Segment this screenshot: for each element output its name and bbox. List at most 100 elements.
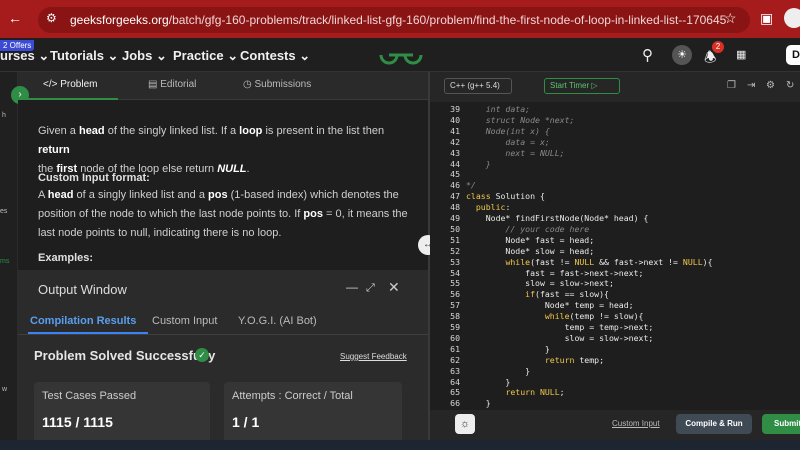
suggest-feedback-link[interactable]: Suggest Feedback bbox=[340, 352, 407, 361]
line-number: 64 bbox=[450, 376, 460, 387]
extensions-icon[interactable]: ▣ bbox=[760, 10, 773, 27]
status-title: Problem Solved Successfully bbox=[34, 348, 216, 363]
check-circle-icon: ✓ bbox=[195, 348, 209, 362]
code-line[interactable]: temp = temp->next; bbox=[466, 322, 654, 332]
theme-toggle-icon[interactable]: ☀ bbox=[672, 45, 692, 65]
code-line[interactable]: Node* findFirstNode(Node* head) { bbox=[466, 213, 649, 223]
code-line[interactable]: struct Node *next; bbox=[466, 115, 575, 125]
offers-badge[interactable]: 2 Offers bbox=[0, 40, 35, 51]
code-line[interactable]: */ bbox=[466, 180, 476, 190]
sidebar-label-1[interactable]: h bbox=[2, 112, 6, 119]
sidebar-label-3[interactable]: ms bbox=[0, 258, 9, 265]
export-icon[interactable]: ⇥ bbox=[747, 80, 755, 91]
code-line[interactable]: // your code here bbox=[466, 224, 589, 234]
close-icon[interactable]: ✕ bbox=[388, 279, 400, 296]
line-number: 62 bbox=[450, 354, 460, 365]
code-line[interactable]: } bbox=[466, 366, 530, 376]
site-info-icon[interactable]: ⚙ bbox=[46, 11, 57, 25]
os-taskbar bbox=[0, 440, 800, 450]
nav-practice[interactable]: Practice ⌄ bbox=[173, 48, 238, 64]
line-number: 57 bbox=[450, 300, 460, 311]
line-number: 53 bbox=[450, 256, 460, 267]
custom-input-link[interactable]: Custom Input bbox=[612, 419, 660, 428]
test-cases-label: Test Cases Passed bbox=[42, 390, 137, 402]
code-line[interactable]: class Solution { bbox=[466, 191, 545, 201]
code-line[interactable]: while(fast != NULL && fast->next != NULL… bbox=[466, 257, 712, 267]
line-number: 63 bbox=[450, 365, 460, 376]
hint-bulb-icon[interactable]: ☼ bbox=[455, 414, 475, 434]
code-line[interactable]: Node* slow = head; bbox=[466, 246, 594, 256]
line-number: 58 bbox=[450, 311, 460, 322]
problem-description: Given a head of the singly linked list. … bbox=[38, 125, 385, 175]
language-select[interactable]: C++ (g++ 5.4) bbox=[444, 78, 512, 94]
code-line[interactable]: } bbox=[466, 159, 491, 169]
nav-jobs[interactable]: Jobs ⌄ bbox=[122, 48, 167, 64]
code-line[interactable]: fast = fast->next->next; bbox=[466, 268, 643, 278]
code-editor[interactable]: 39 int data; 40 struct Node *next; 41 Node… bbox=[430, 102, 800, 410]
line-number: 47 bbox=[450, 191, 460, 202]
line-number: 50 bbox=[450, 223, 460, 234]
line-number: 48 bbox=[450, 202, 460, 213]
gfg-logo[interactable] bbox=[378, 44, 424, 66]
output-tab-divider bbox=[18, 334, 428, 335]
settings-icon[interactable]: ⚙ bbox=[766, 80, 775, 91]
code-line[interactable]: slow = slow->next; bbox=[466, 278, 614, 288]
notification-badge: 2 bbox=[712, 41, 724, 53]
tab-problem[interactable]: </> Problem bbox=[43, 79, 98, 90]
problem-tabs: </> Problem ▤ Editorial ◷ Submissions bbox=[18, 72, 428, 100]
copy-icon[interactable]: ❐ bbox=[727, 80, 736, 91]
left-sidebar-strip: h es ms w bbox=[0, 72, 18, 450]
search-icon[interactable]: ⚲ bbox=[642, 46, 653, 64]
tab-yogi-bot[interactable]: Y.O.G.I. (AI Bot) bbox=[238, 315, 317, 327]
submit-button[interactable]: Submit bbox=[762, 414, 800, 434]
examples-heading: Examples: bbox=[38, 252, 94, 264]
attempts-value: 1 / 1 bbox=[232, 414, 260, 430]
profile-avatar[interactable] bbox=[784, 8, 800, 28]
tab-compilation-results[interactable]: Compilation Results bbox=[30, 315, 136, 327]
code-line[interactable]: data = x; bbox=[466, 137, 549, 147]
start-timer-button[interactable]: Start Timer ▷ bbox=[544, 78, 620, 94]
code-line[interactable]: if(fast == slow){ bbox=[466, 289, 609, 299]
code-line[interactable]: next = NULL; bbox=[466, 148, 564, 158]
sidebar-label-2[interactable]: es bbox=[0, 208, 7, 215]
line-number: 60 bbox=[450, 332, 460, 343]
line-number: 59 bbox=[450, 322, 460, 332]
code-line[interactable]: Node* temp = head; bbox=[466, 300, 634, 310]
code-line[interactable]: return temp; bbox=[466, 355, 604, 365]
line-number: 46 bbox=[450, 180, 460, 191]
code-line[interactable]: slow = slow->next; bbox=[466, 333, 654, 343]
line-number: 66 bbox=[450, 398, 460, 409]
line-number: 61 bbox=[450, 343, 460, 354]
tab-submissions[interactable]: ◷ Submissions bbox=[243, 79, 311, 90]
line-number: 52 bbox=[450, 245, 460, 256]
line-number: 42 bbox=[450, 136, 460, 147]
line-number: 65 bbox=[450, 387, 460, 398]
bookmark-star-icon[interactable]: ☆ bbox=[724, 10, 737, 27]
output-window: Output Window — ⤢ ✕ Compilation Results … bbox=[18, 270, 428, 450]
attempts-label: Attempts : Correct / Total bbox=[232, 390, 353, 402]
code-line[interactable]: } bbox=[466, 398, 491, 408]
code-line[interactable]: public: bbox=[466, 202, 511, 212]
compile-run-button[interactable]: Compile & Run bbox=[676, 414, 752, 434]
fullscreen-icon[interactable]: ⤢ bbox=[366, 282, 375, 295]
reset-icon[interactable]: ↻ bbox=[786, 80, 794, 91]
tab-custom-input[interactable]: Custom Input bbox=[152, 315, 217, 327]
code-line[interactable]: return NULL; bbox=[466, 387, 564, 397]
code-line[interactable]: while(temp != slow){ bbox=[466, 311, 644, 321]
line-number: 40 bbox=[450, 114, 460, 125]
tab-editorial[interactable]: ▤ Editorial bbox=[148, 79, 196, 90]
code-line[interactable]: int data; bbox=[466, 104, 530, 114]
back-icon[interactable]: ← bbox=[8, 10, 22, 26]
code-line[interactable]: } bbox=[466, 344, 550, 354]
minimize-icon[interactable]: — bbox=[346, 280, 358, 294]
user-avatar[interactable]: D bbox=[786, 45, 800, 65]
code-line[interactable]: Node(int x) { bbox=[466, 126, 550, 136]
address-bar[interactable]: geeksforgeeks.org/batch/gfg-160-problems… bbox=[38, 7, 750, 33]
nav-tutorials[interactable]: Tutorials ⌄ bbox=[50, 48, 118, 64]
code-line[interactable]: } bbox=[466, 377, 510, 387]
sidebar-label-4[interactable]: w bbox=[2, 386, 7, 393]
translate-icon[interactable]: ▦ bbox=[736, 48, 746, 61]
line-number: 39 bbox=[450, 104, 460, 114]
code-line[interactable]: Node* fast = head; bbox=[466, 235, 594, 245]
nav-contests[interactable]: Contests ⌄ bbox=[240, 48, 310, 64]
